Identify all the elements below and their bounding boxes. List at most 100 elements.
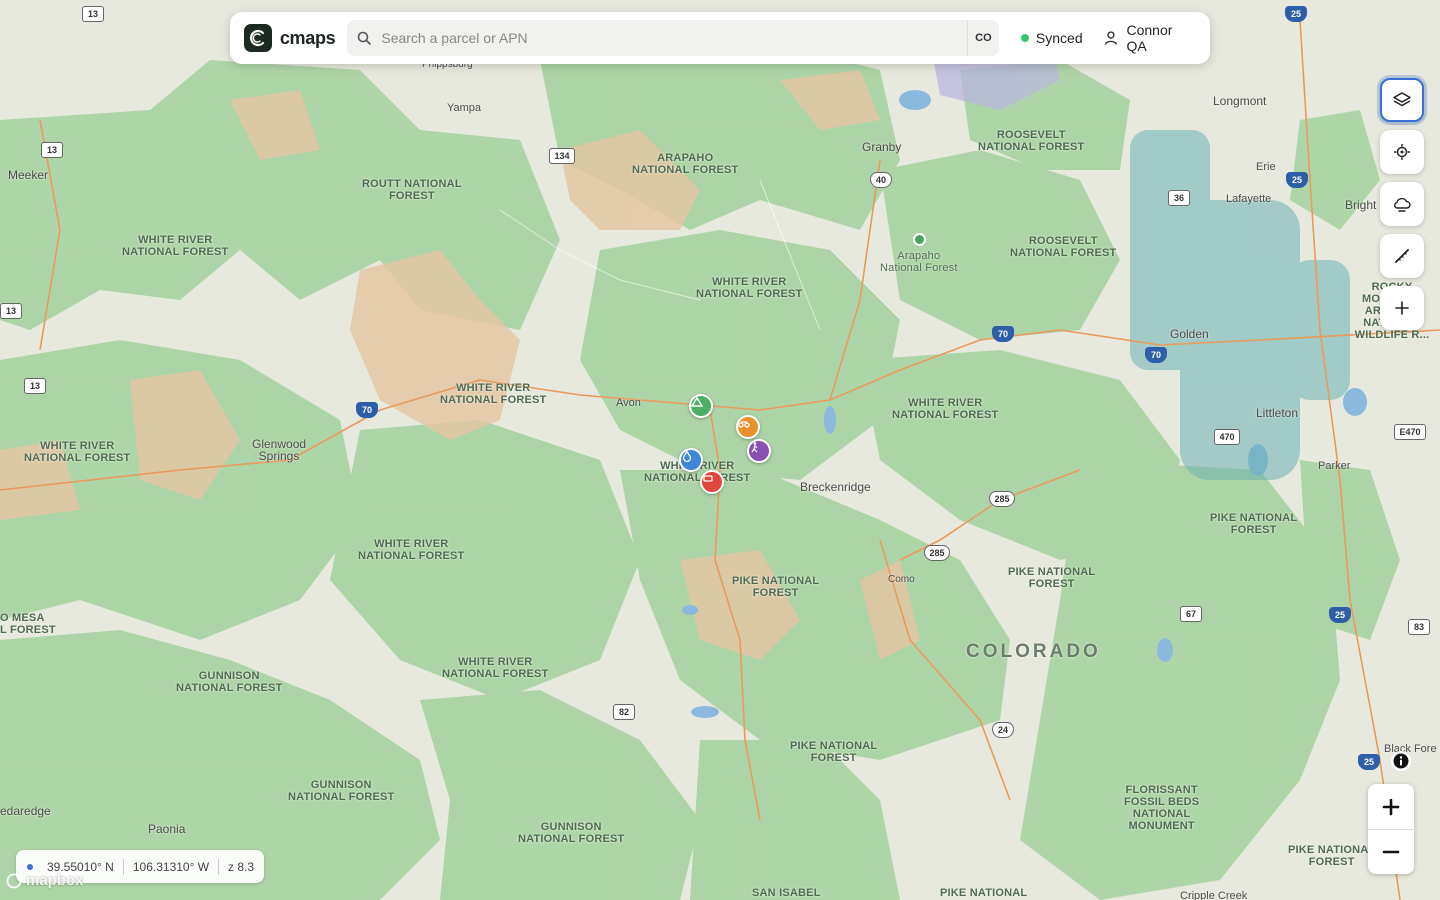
zoom-level: z 8.3: [228, 859, 255, 874]
zoom-in-button[interactable]: [1368, 784, 1414, 829]
interstate-shield: 70: [992, 326, 1014, 342]
town-label: Golden: [1170, 327, 1209, 341]
forest-label: WHITE RIVER NATIONAL FOREST: [442, 656, 549, 680]
town-label: Meeker: [8, 168, 49, 182]
interstate-shield: 70: [1145, 347, 1167, 363]
route-shield: 67: [1180, 606, 1202, 622]
layers-icon: [1393, 92, 1411, 107]
mapbox-attribution[interactable]: mapbox: [6, 872, 84, 889]
interstate-shield: 25: [1285, 6, 1307, 22]
town-label: Glenwood Springs: [252, 437, 307, 463]
route-shield: 285: [924, 545, 950, 561]
longitude-value: 106.31310° W: [132, 859, 210, 874]
forest-label: PIKE NATIONAL FOREST: [1008, 566, 1096, 590]
hiker-icon: [751, 442, 758, 453]
forest-label: PIKE NATIONAL FOREST: [790, 740, 878, 764]
interstate-shield: 25: [1358, 754, 1380, 770]
forest-label: PIKE NATIONAL FOREST: [1210, 512, 1298, 536]
town-label: Avon: [616, 397, 641, 409]
mapbox-logo-icon: [6, 873, 22, 888]
town-label: Littleton: [1256, 406, 1299, 420]
route-shield: 40: [870, 172, 892, 188]
route-shield: 134: [549, 148, 575, 164]
town-label: Breckenridge: [800, 480, 871, 494]
atv-marker[interactable]: [736, 415, 760, 439]
town-label: Longmont: [1213, 94, 1267, 108]
forest-label: ARAPAHO NATIONAL FOREST: [632, 152, 739, 176]
search-box[interactable]: CO: [347, 20, 999, 56]
map-base: [0, 0, 1440, 900]
cmaps-logo[interactable]: [244, 24, 272, 52]
plus-icon: [1382, 798, 1400, 815]
add-button[interactable]: [1380, 286, 1424, 330]
forest-label: ROOSEVELT NATIONAL FOREST: [978, 129, 1085, 153]
forest-label: ROOSEVELT NATIONAL FOREST: [1010, 235, 1117, 259]
add-icon: [1395, 301, 1409, 315]
interstate-shield: 25: [1286, 172, 1308, 188]
forest-poi-icon: [913, 233, 926, 246]
route-shield: 13: [0, 303, 22, 319]
sync-label: Synced: [1035, 30, 1083, 46]
forest-label: WHITE RIVER NATIONAL FOREST: [696, 276, 803, 300]
state-selector[interactable]: CO: [966, 20, 999, 56]
town-label: Como: [888, 574, 915, 585]
town-label: Granby: [862, 140, 902, 154]
town-label: Parker: [1318, 460, 1351, 472]
sync-indicator: [1020, 34, 1029, 42]
route-shield: E470: [1394, 424, 1426, 440]
route-shield: 13: [82, 6, 104, 22]
weather-icon: [1394, 197, 1411, 212]
forest-poi-label: Arapaho National Forest: [880, 250, 958, 274]
forest-label: WHITE RIVER NATIONAL FOREST: [358, 538, 465, 562]
route-shield: 83: [1408, 619, 1430, 635]
forest-label: GUNNISON NATIONAL FOREST: [176, 670, 283, 694]
location-dot: [27, 863, 33, 870]
campground-marker[interactable]: [689, 394, 713, 418]
town-label: Erie: [1256, 161, 1276, 173]
water-marker[interactable]: [679, 448, 703, 472]
zoom-out-button[interactable]: [1368, 829, 1414, 874]
forest-label: GUNNISON NATIONAL FOREST: [288, 779, 395, 803]
route-shield: 24: [992, 722, 1014, 738]
town-label: Lafayette: [1226, 193, 1272, 205]
top-bar: cmaps CO Synced Connor QA: [230, 12, 1210, 64]
forest-label: WHITE RIVER NATIONAL FOREST: [122, 234, 229, 258]
forest-label: ROUTT NATIONAL FOREST: [362, 178, 462, 202]
route-shield: 82: [613, 704, 635, 720]
map-info-button[interactable]: [1391, 751, 1411, 771]
user-icon: [1104, 31, 1117, 45]
water-icon: [682, 450, 692, 462]
route-shield: 36: [1168, 190, 1190, 206]
measure-button[interactable]: [1380, 234, 1424, 278]
locate-button[interactable]: [1380, 130, 1424, 174]
weather-button[interactable]: [1380, 182, 1424, 226]
zoom-controls: [1368, 784, 1414, 874]
search-input[interactable]: [381, 30, 962, 46]
search-icon: [358, 31, 372, 45]
town-label: Bright: [1345, 198, 1377, 212]
state-label: COLORADO: [966, 641, 1101, 662]
route-shield: 13: [24, 378, 46, 394]
interstate-shield: 70: [356, 402, 378, 418]
brand-name: cmaps: [279, 27, 336, 48]
monument-label: FLORISSANT FOSSIL BEDS NATIONAL MONUMENT: [1124, 784, 1200, 832]
forest-label: WHITE RIVER NATIONAL FOREST: [24, 440, 131, 464]
forest-label: SAN ISABEL: [752, 887, 821, 899]
layers-button[interactable]: [1380, 78, 1424, 122]
user-name: Connor QA: [1126, 22, 1173, 54]
sync-status: Synced: [1020, 30, 1083, 46]
town-label: Paonia: [148, 822, 186, 836]
forest-label: PIKE NATIONAL FOREST: [732, 575, 820, 599]
info-icon: [1393, 753, 1409, 769]
vehicle-marker[interactable]: [700, 470, 724, 494]
campground-icon: [691, 396, 703, 407]
hiker-marker[interactable]: [747, 439, 771, 463]
divider: [218, 858, 220, 875]
map-canvas[interactable]: COLORADO ROUTT NATIONAL FOREST WHITE RIV…: [0, 0, 1440, 900]
interstate-shield: 25: [1329, 607, 1351, 623]
vehicle-icon: [703, 475, 713, 482]
divider: [122, 858, 124, 875]
user-menu[interactable]: Connor QA: [1103, 22, 1196, 54]
locate-icon: [1394, 144, 1410, 160]
town-label: Yampa: [447, 102, 482, 114]
